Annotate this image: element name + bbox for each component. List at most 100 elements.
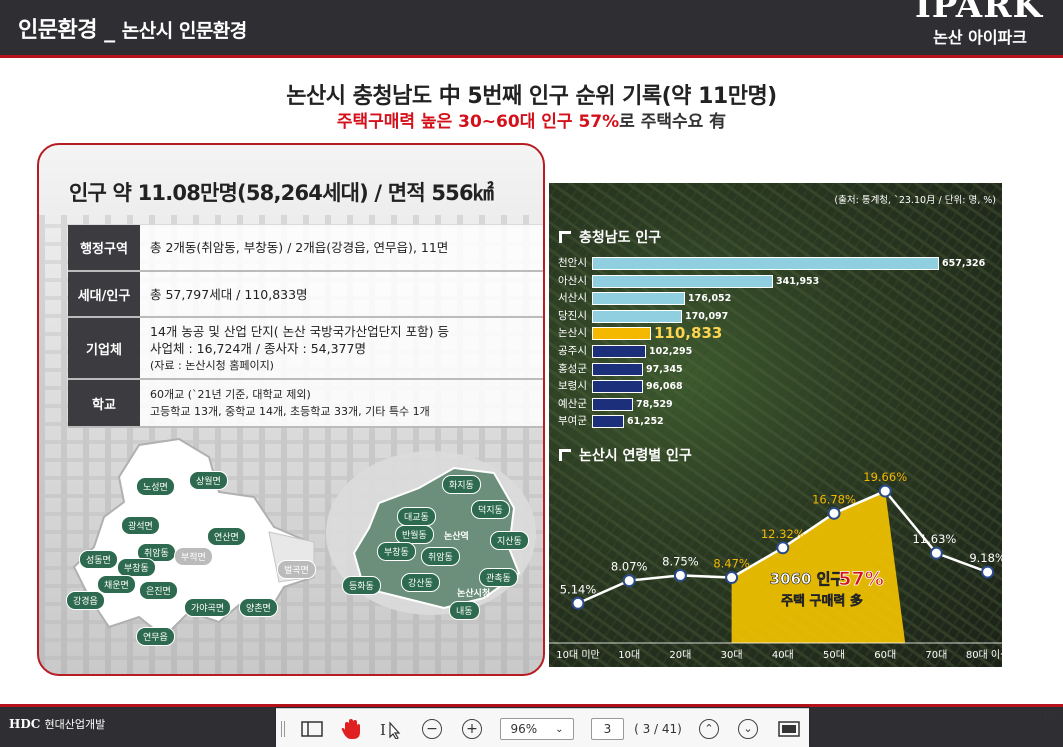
bar-row-8: 예산군 78,529 [549, 396, 1002, 413]
map-label-11: 강경읍 [66, 591, 105, 610]
zoom-value: 96% [510, 722, 538, 736]
age-category-label-7: 70대 [925, 649, 947, 661]
previous-page-icon[interactable]: ⌃ [699, 719, 719, 739]
row-line: 총 57,797세대 / 110,833명 [150, 286, 308, 302]
bar-value-label: 96,068 [646, 381, 683, 393]
downtown-label-12: 내동 [449, 601, 480, 620]
age-point-5 [827, 506, 841, 520]
population-chart-panel: (출처: 통계청, `23.10月 / 단위: 명, %) 충청남도 인구 천안… [549, 183, 1002, 667]
map-label-0: 노성면 [136, 477, 175, 496]
bar-value-label: 176,052 [688, 293, 732, 305]
age-value-label-5: 16.78% [812, 492, 856, 506]
bar-0 [592, 257, 939, 270]
bar-value-label: 102,295 [649, 346, 693, 357]
city-info-panel: 인구 약 11.08만명(58,264세대) / 면적 556㎢ 행정구역 총 … [37, 143, 545, 676]
map-label-2: 광석면 [121, 516, 160, 535]
annotation-3060: 3060 인구 [770, 570, 845, 588]
bar-category-label: 서산시 [558, 292, 587, 305]
brand-logo: IPARK [914, 0, 1043, 26]
map-label-10: 은진면 [139, 581, 178, 600]
section-title-province: 충청남도 인구 [559, 227, 661, 247]
annotation-percent: 57% [838, 568, 883, 590]
table-row: 행정구역 총 2개동(취암동, 부창동) / 2개읍(강경읍, 연무읍), 11… [68, 225, 543, 272]
downtown-label-1: 덕지동 [471, 500, 510, 519]
row-label: 세대/인구 [68, 271, 140, 318]
zoom-in-icon[interactable]: + [462, 719, 482, 739]
age-value-label-3: 8.47% [713, 557, 750, 571]
row-label: 기업체 [68, 317, 140, 380]
age-point-6 [878, 484, 892, 498]
bar-value-label: 657,326 [942, 258, 986, 269]
fit-page-icon[interactable] [776, 718, 802, 740]
bar-category-label: 예산군 [558, 397, 587, 410]
age-point-4 [776, 541, 790, 555]
bar-value-label: 97,345 [646, 363, 683, 375]
corner-bracket-icon [559, 231, 571, 243]
city-info-table: 행정구역 총 2개동(취암동, 부창동) / 2개읍(강경읍, 연무읍), 11… [68, 225, 543, 428]
bar-value-label: 61,252 [627, 416, 664, 428]
bar-7 [592, 380, 643, 394]
map-label-8: 벌곡면 [277, 560, 316, 579]
zoom-out-icon[interactable]: − [422, 719, 442, 739]
map-label-1: 상월면 [189, 471, 228, 490]
page-number-input[interactable]: 3 [591, 718, 624, 740]
table-row: 학교 60개교 (`21년 기준, 대학교 제외) 고등학교 13개, 중학교 … [68, 379, 543, 428]
bar-row-0: 천안시 657,326 [549, 255, 1002, 272]
age-value-label-1: 8.07% [611, 560, 648, 574]
bar-category-label: 당진시 [558, 309, 587, 322]
downtown-label-8: 관촉동 [479, 568, 518, 587]
bar-category-label: 논산시 [558, 327, 587, 340]
row-value: 총 57,797세대 / 110,833명 [140, 271, 543, 318]
age-point-2 [673, 568, 687, 582]
downtown-label-5: 지산동 [490, 531, 529, 550]
map-label-9: 채운면 [97, 575, 136, 594]
age-category-label-4: 40대 [772, 649, 794, 661]
bar-category-label: 보령시 [558, 380, 587, 393]
age-point-1 [622, 574, 636, 588]
map-label-3: 연산면 [207, 527, 246, 546]
downtown-label-6: 부창동 [377, 542, 416, 561]
subheadline-highlight: 주택구매력 높은 30~60대 인구 57% [336, 112, 620, 132]
age-point-0 [571, 596, 585, 610]
downtown-label-11: 논산시청 [457, 589, 491, 599]
title-sub: 논산시 인문환경 [121, 20, 247, 42]
next-page-icon[interactable]: ⌄ [738, 719, 758, 739]
age-point-7 [929, 546, 943, 560]
age-value-label-8: 9.18% [969, 551, 1002, 565]
row-line: 사업체 : 16,724개 / 종사자 : 54,377명 [150, 340, 366, 356]
age-category-label-0: 10대 미만 [556, 649, 600, 661]
downtown-label-2: 대교동 [397, 507, 436, 526]
age-category-label-8: 80대 이상 [966, 649, 1002, 661]
bar-value-label: 170,097 [685, 310, 729, 322]
bar-row-4: 논산시 110,833 [549, 325, 1002, 342]
text-select-icon[interactable]: I [378, 718, 404, 740]
downtown-label-9: 등화동 [342, 576, 381, 595]
zoom-select[interactable]: 96% ⌄ [500, 718, 574, 740]
bar-3 [592, 309, 682, 323]
chevron-down-icon: ⌄ [555, 723, 564, 735]
row-value: 14개 농공 및 산업 단지( 논산 국방국가산업단지 포함) 등 사업체 : … [140, 317, 543, 380]
age-value-label-7: 11.63% [912, 532, 956, 546]
bar-category-label: 공주시 [558, 345, 587, 357]
bar-category-label: 부여군 [558, 415, 587, 428]
downtown-label-10: 강산동 [401, 573, 440, 592]
bar-value-label: 341,953 [776, 275, 820, 287]
map-label-6: 성동면 [79, 550, 118, 569]
bar-1 [592, 274, 773, 288]
annotation-buying-power: 주택 구매력 多 [781, 593, 863, 609]
bar-9 [592, 415, 624, 429]
hand-tool-icon[interactable] [338, 718, 364, 740]
downtown-label-4: 논산역 [444, 532, 469, 542]
table-row: 세대/인구 총 57,797세대 / 110,833명 [68, 271, 543, 318]
province-bar-chart: 천안시 657,326 아산시 341,953 서산시 176,052 당진시 170,097… [549, 255, 1002, 433]
bar-value-label: 78,529 [636, 398, 673, 410]
table-row: 기업체 14개 농공 및 산업 단지( 논산 국방국가산업단지 포함) 등 사업… [68, 317, 543, 380]
row-value: 60개교 (`21년 기준, 대학교 제외) 고등학교 13개, 중학교 14개… [140, 379, 543, 428]
age-value-label-0: 5.14% [560, 582, 597, 596]
footer-logo: HDC 현대산업개발 [9, 716, 105, 732]
bar-row-5: 공주시 102,295 [549, 343, 1002, 360]
age-point-8 [981, 565, 995, 579]
age-category-label-2: 20대 [669, 649, 691, 661]
sidebar-toggle-icon[interactable] [298, 718, 326, 740]
document-page: 인문환경 _ 논산시 인문환경 IPARK 논산 아이파크 논산시 충청남도 中… [0, 0, 1063, 747]
